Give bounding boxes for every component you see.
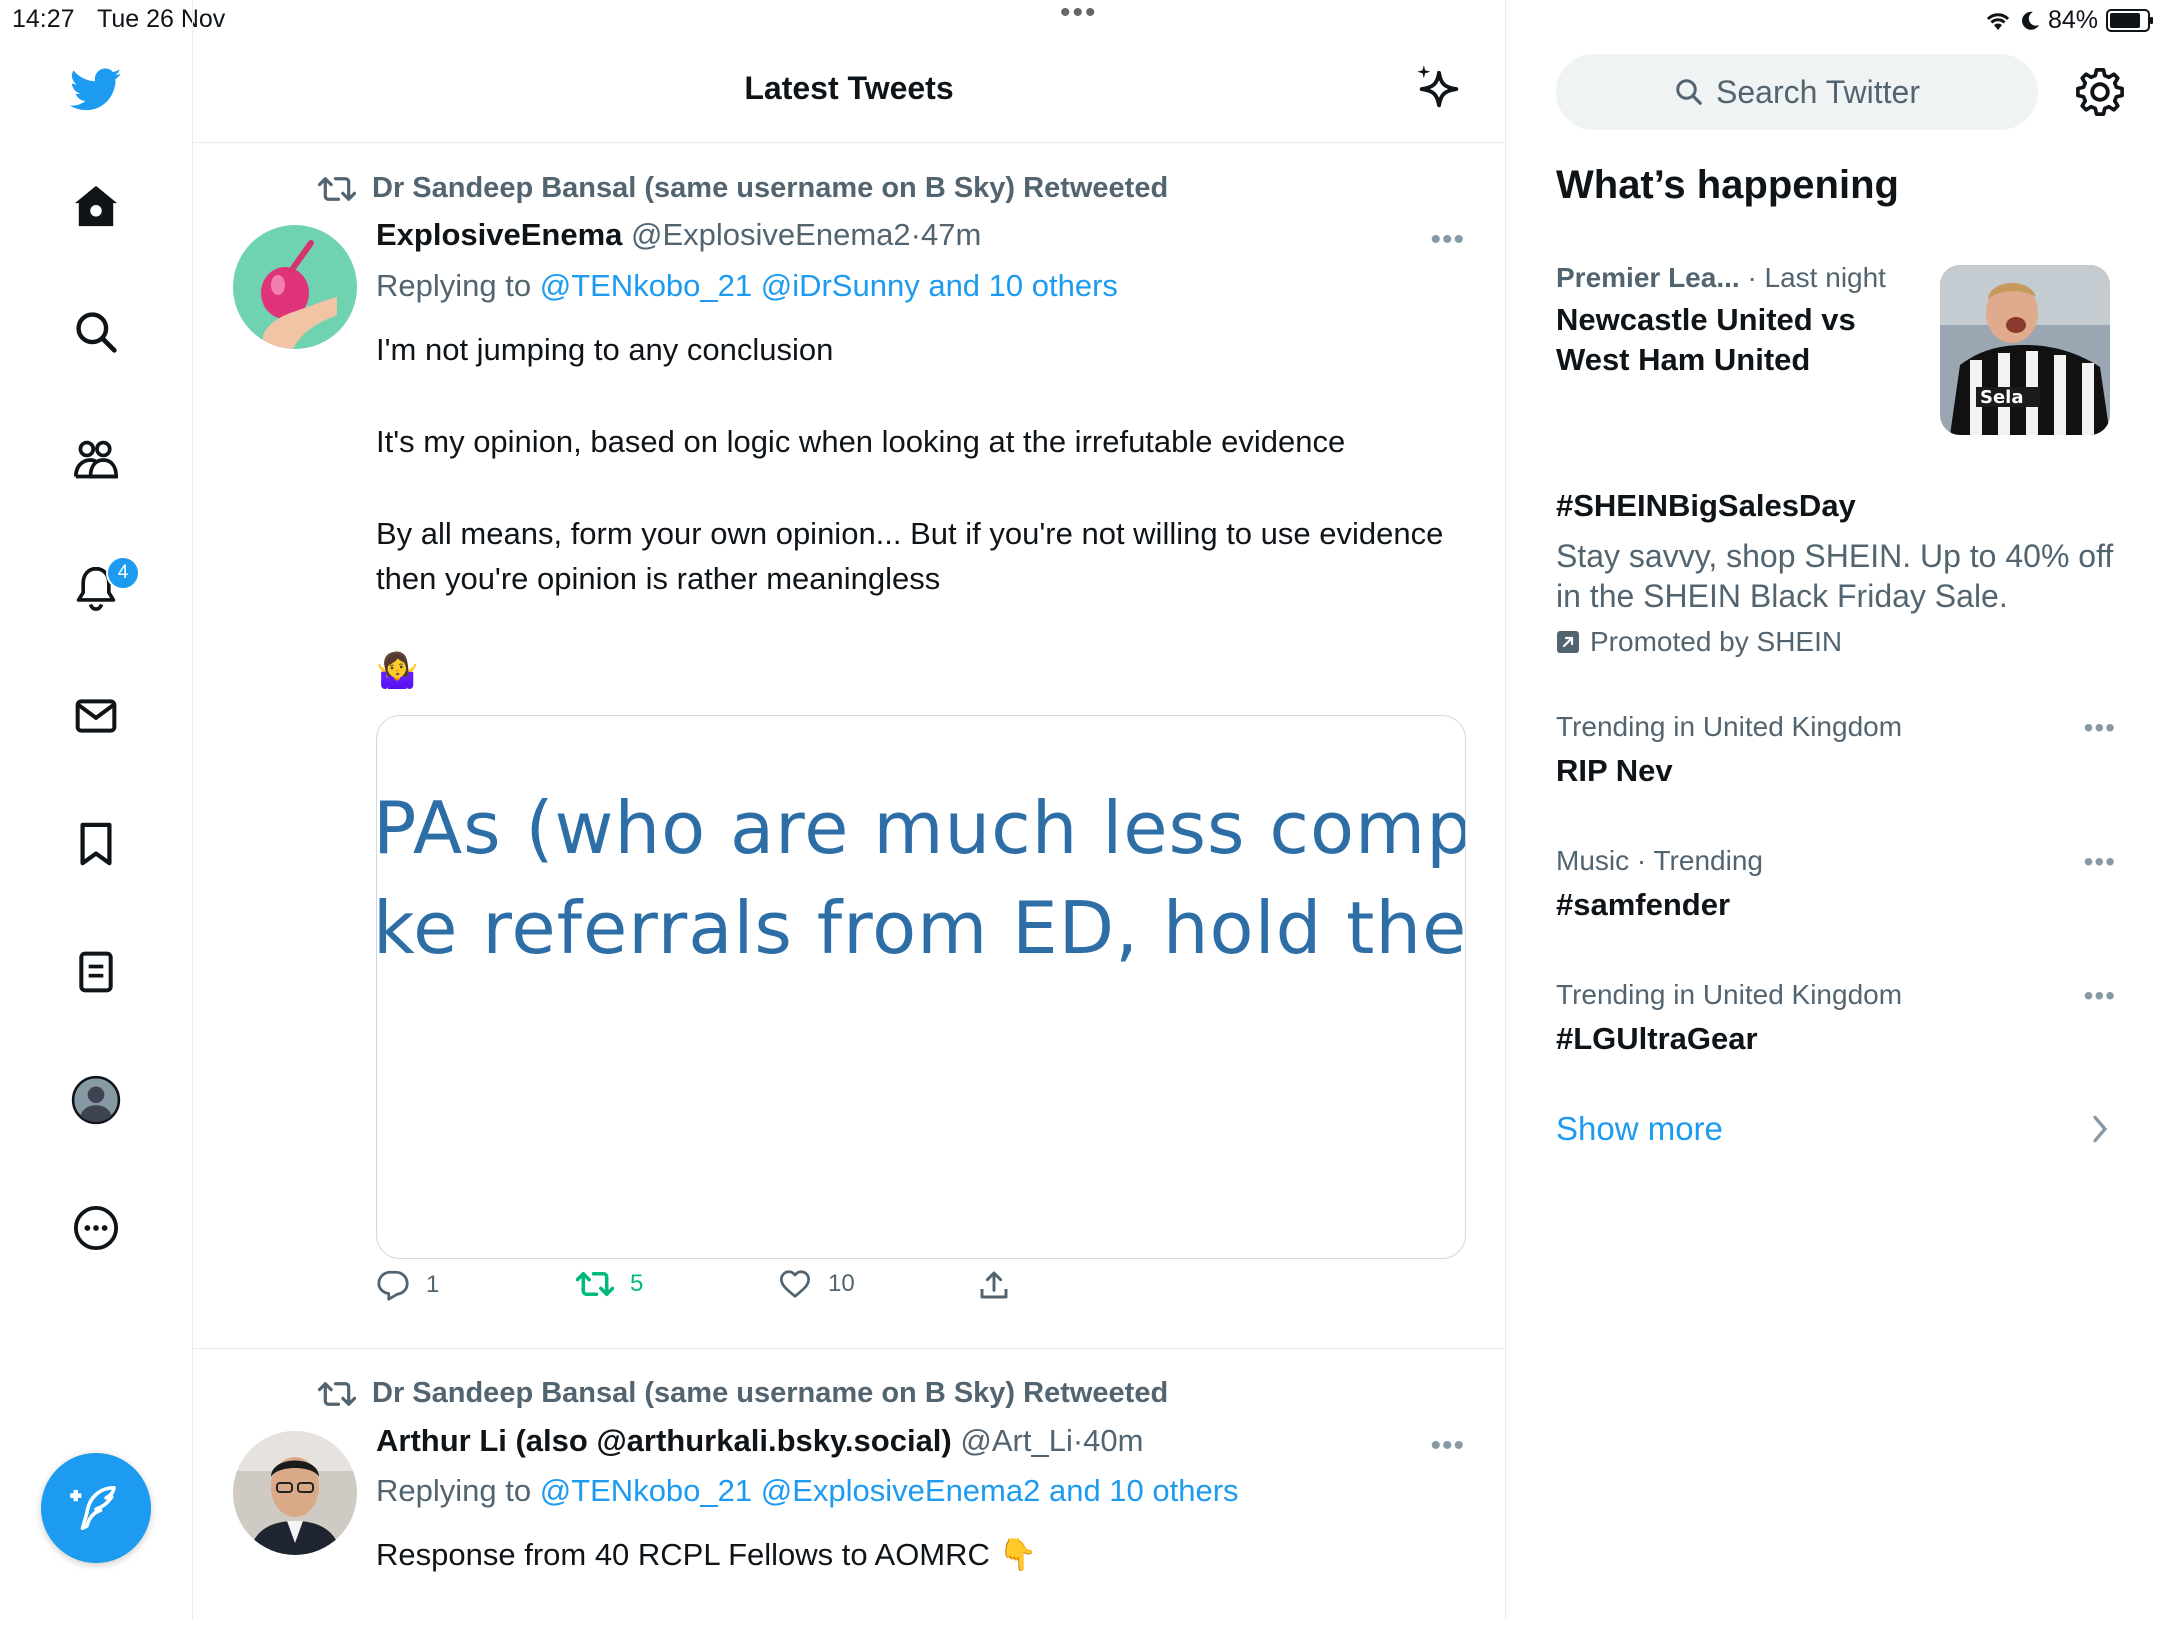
author-handle[interactable]: @ExplosiveEnema2 (631, 217, 911, 252)
lists-icon[interactable] (70, 946, 122, 998)
timeline: Latest Tweets Dr Sandeep Bansal (same us… (193, 0, 1506, 1620)
trend-meta: Trending in United Kingdom (1556, 979, 1903, 1010)
news-item[interactable]: Premier Lea... · Last night Newcastle Un… (1556, 262, 1936, 380)
share-icon (980, 1271, 1008, 1299)
retweeted-by-label: Dr Sandeep Bansal (same username on B Sk… (372, 1377, 1169, 1409)
tweet-media-image[interactable]: PAs (who are much less comp ke referrals… (376, 715, 1466, 1259)
promoted-by-line: Promoted by SHEIN (1556, 626, 2116, 658)
media-text-line-1: PAs (who are much less comp (376, 786, 1466, 870)
tweet-time[interactable]: 47m (921, 217, 981, 252)
tweet-more-icon[interactable]: ••• (1430, 223, 1465, 257)
whats-happening-title: What’s happening (1556, 163, 1899, 207)
like-count: 10 (828, 1270, 855, 1297)
tweet-time[interactable]: 40m (1083, 1423, 1143, 1458)
tweet-text-1: Response from 40 RCPL Fellows to AOMRC 👇 (376, 1537, 1038, 1572)
retweet-icon (318, 1381, 356, 1406)
heart-icon (780, 1270, 810, 1298)
author-name[interactable]: ExplosiveEnema (376, 217, 622, 252)
trend-title: #samfender (1556, 887, 1731, 922)
share-button[interactable] (978, 1269, 1010, 1301)
retweet-button[interactable]: 5 (576, 1269, 643, 1299)
search-placeholder: Search Twitter (1716, 73, 1920, 110)
tweet-more-icon[interactable]: ••• (1430, 1429, 1465, 1463)
reply-button[interactable]: 1 (376, 1269, 439, 1301)
retweet-count: 5 (630, 1270, 644, 1297)
right-sidebar: Search Twitter What’s happening Premier … (1506, 0, 2160, 1620)
promoted-by: Promoted by SHEIN (1590, 626, 1843, 657)
replying-to-line: Replying to @TENkobo_21 @iDrSunny and 10… (376, 268, 1118, 304)
news-category: Premier Lea... (1556, 262, 1740, 293)
replying-to-prefix: Replying to (376, 268, 532, 303)
avatar[interactable] (233, 225, 357, 349)
author-name[interactable]: Arthur Li (also @arthurkali.bsky.social) (376, 1423, 952, 1458)
tweet-author-line: Arthur Li (also @arthurkali.bsky.social)… (376, 1423, 1143, 1459)
tweet[interactable]: Dr Sandeep Bansal (same username on B Sk… (193, 143, 1505, 1349)
trend-item[interactable]: Trending in United Kingdom RIP Nev (1556, 711, 2116, 791)
notifications-badge: 4 (106, 556, 140, 590)
separator-dot: · (910, 217, 921, 252)
news-title: Newcastle United vs West Ham United (1556, 302, 1856, 377)
tweet[interactable]: Dr Sandeep Bansal (same username on B Sk… (193, 1349, 1505, 1629)
trend-meta: Trending in United Kingdom (1556, 711, 1903, 742)
promoted-description: Stay savvy, shop SHEIN. Up to 40% off in… (1556, 538, 2114, 614)
news-thumbnail-text: Sela (1980, 387, 2024, 408)
promoted-icon (1557, 631, 1579, 653)
trend-meta: Music · Trending (1556, 845, 1763, 876)
replying-to-prefix: Replying to (376, 1473, 532, 1508)
twitter-logo-icon[interactable] (70, 64, 122, 116)
trend-item[interactable]: Music · Trending #samfender (1556, 845, 2116, 925)
search-icon (1676, 79, 1702, 105)
left-sidebar: 4 (0, 0, 193, 1620)
messages-icon[interactable] (70, 690, 122, 742)
trend-title: RIP Nev (1556, 753, 1673, 788)
news-thumbnail[interactable]: Sela (1940, 265, 2110, 435)
home-icon[interactable] (70, 180, 122, 232)
tweet-text-3: By all means, form your own opinion... B… (376, 516, 1444, 596)
profile-avatar-icon[interactable] (70, 1074, 122, 1126)
bookmarks-icon[interactable] (70, 818, 122, 870)
sparkle-icon[interactable] (1413, 62, 1465, 114)
trend-item[interactable]: Trending in United Kingdom #LGUltraGear (1556, 979, 2116, 1059)
promoted-title: #SHEINBigSalesDay (1556, 488, 1856, 523)
trend-more-icon[interactable]: ••• (2084, 980, 2116, 1012)
communities-icon[interactable] (70, 434, 122, 486)
retweet-icon (576, 1272, 614, 1296)
retweet-icon (318, 176, 356, 201)
trend-more-icon[interactable]: ••• (2084, 846, 2116, 878)
replying-to-line: Replying to @TENkobo_21 @ExplosiveEnema2… (376, 1473, 1239, 1509)
separator-dot: · (1072, 1423, 1084, 1458)
search-icon[interactable] (70, 306, 122, 358)
reply-icon (377, 1270, 409, 1301)
retweet-context: Dr Sandeep Bansal (same username on B Sk… (318, 1377, 1168, 1410)
settings-gear-icon[interactable] (2074, 66, 2126, 118)
more-options-icon[interactable] (70, 1202, 122, 1254)
avatar[interactable] (233, 1431, 357, 1555)
compose-feather-icon (70, 1485, 116, 1531)
page-title: Latest Tweets (744, 70, 954, 106)
trend-title: #LGUltraGear (1556, 1021, 1758, 1056)
replying-to-links[interactable]: @TENkobo_21 @iDrSunny and 10 others (540, 268, 1118, 303)
like-button[interactable]: 10 (778, 1269, 855, 1299)
tweet-actions: 1 5 10 (376, 1269, 1464, 1319)
author-handle[interactable]: @Art_Li (960, 1423, 1072, 1458)
trend-more-icon[interactable]: ••• (2084, 712, 2116, 744)
reply-count: 1 (426, 1271, 440, 1298)
show-more-link[interactable]: Show more (1556, 1110, 1723, 1148)
tweet-text-1: I'm not jumping to any conclusion (376, 332, 834, 367)
tweet-emoji: 🤷‍♀️ (376, 652, 419, 690)
replying-to-links[interactable]: @TENkobo_21 @ExplosiveEnema2 and 10 othe… (540, 1473, 1239, 1508)
tweet-author-line: ExplosiveEnema @ExplosiveEnema2·47m (376, 160, 981, 253)
news-time: · Last night (1747, 262, 1886, 293)
search-field[interactable]: Search Twitter (1556, 54, 2038, 130)
chevron-right-icon[interactable] (2090, 1112, 2110, 1155)
promoted-trend[interactable]: #SHEINBigSalesDay Stay savvy, shop SHEIN… (1556, 486, 2116, 658)
media-text-line-2: ke referrals from ED, hold the (376, 886, 1466, 970)
timeline-header: Latest Tweets (193, 40, 1505, 143)
compose-tweet-button[interactable] (41, 1453, 151, 1563)
tweet-text-2: It's my opinion, based on logic when loo… (376, 424, 1346, 459)
